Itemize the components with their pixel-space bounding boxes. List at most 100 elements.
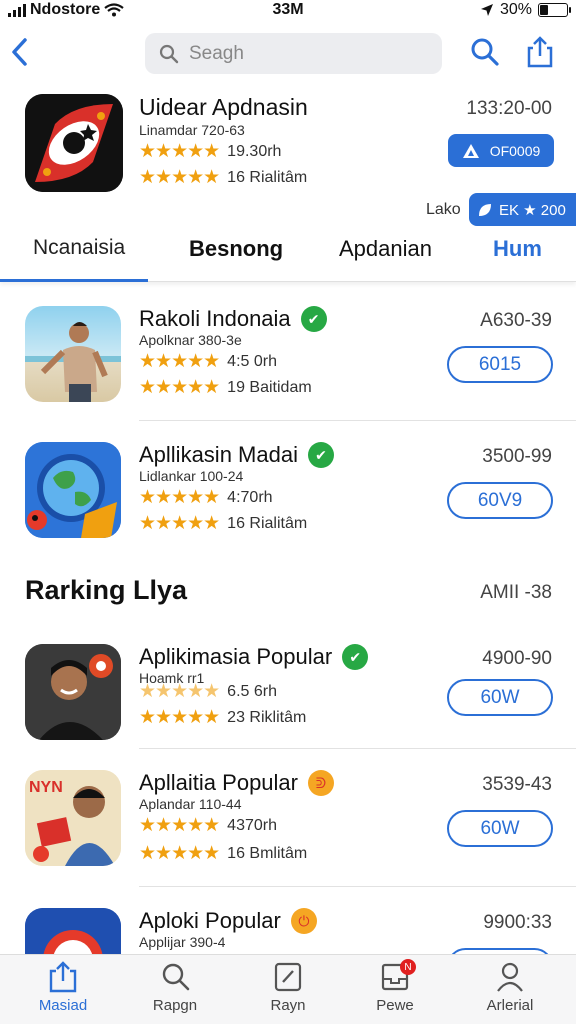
get-button[interactable]: 6015 <box>447 346 553 383</box>
star-rating-icon: ★★★★★ <box>139 167 220 188</box>
app-rating: ★★★★★ 4:70rh <box>139 486 273 509</box>
tab-hum[interactable]: Hum <box>493 236 542 262</box>
app-icon-person-collage: NYN <box>25 770 121 866</box>
back-chevron-icon[interactable] <box>6 34 34 70</box>
app-rating: ★★★★★ 4:5 0rh <box>139 350 277 373</box>
app-subtitle: Aplandar 110-44 <box>139 796 242 812</box>
featured-app[interactable]: Uidear Apdnasin Linamdar 720-63 ★★★★★ 19… <box>0 90 576 230</box>
get-button[interactable]: 60W <box>447 810 553 847</box>
category-tabs: Ncanaisia Besnong Apdanian Hum <box>0 230 576 282</box>
featured-rating: ★★★★★ 19.30rh <box>139 140 281 163</box>
star-rating-icon: ★★★★★ <box>139 351 220 372</box>
divider <box>139 886 576 887</box>
tabbar-label: Rayn <box>270 997 306 1014</box>
app-rating-text: 4:70rh <box>227 488 273 506</box>
tabbar-item-masiad[interactable]: Masiad <box>18 961 108 1014</box>
verified-badge-icon: ✔ <box>300 306 327 332</box>
search-field[interactable]: Seagh <box>145 33 442 74</box>
battery-icon <box>538 3 571 17</box>
tabbar-label: Rapgn <box>152 997 198 1014</box>
app-rating-text: 4370rh <box>227 816 277 834</box>
app-subtitle: Applijar 390-4 <box>139 934 226 950</box>
notification-badge: N <box>400 959 416 975</box>
featured-badge[interactable]: EK ★ 200 <box>469 193 576 226</box>
person-icon <box>497 962 523 992</box>
get-button[interactable]: 60W <box>447 679 553 716</box>
list-item[interactable]: NYN Apllaitia Popular ᕲ Aplandar 110-44 … <box>0 764 576 892</box>
search-icon[interactable] <box>469 36 501 68</box>
featured-lako-label: Lako <box>426 201 461 218</box>
featured-date: 133:20-00 <box>466 98 552 119</box>
compass-icon <box>25 908 121 954</box>
app-rating: ★★★★★ 6.5 6rh <box>139 680 277 703</box>
award-badge-icon: ᕲ <box>307 770 334 796</box>
app-title-text: Rakoli Indonaia <box>139 306 291 331</box>
tab-ncanaisia[interactable]: Ncanaisia <box>33 236 125 260</box>
svg-text:NYN: NYN <box>29 779 63 796</box>
app-date: 4900-90 <box>482 648 552 669</box>
tabbar-item-arlerial[interactable]: Arlerial <box>465 961 555 1014</box>
tab-apdanian[interactable]: Apdanian <box>339 236 432 262</box>
app-title-text: Aplikimasia Popular <box>139 644 333 669</box>
app-rating-text: 4:5 0rh <box>227 352 277 370</box>
get-button[interactable]: 60V9 <box>447 482 553 519</box>
app-title: Apllaitia Popular ᕲ <box>139 770 334 796</box>
edit-icon <box>274 962 302 992</box>
bottom-tab-bar: Masiad Rapgn Rayn N Pewe Arlerial <box>0 954 576 1024</box>
tabbar-item-pewe[interactable]: N Pewe <box>350 959 440 1014</box>
app-title-text: Aploki Popular <box>139 908 281 933</box>
person-photo-icon <box>25 644 121 740</box>
star-rating-icon: ★★★★★ <box>139 513 220 534</box>
list-item[interactable]: Aploki Popular ⏻ Applijar 390-4 9900:33 <box>0 902 576 954</box>
app-reviews: ★★★★★ 16 Rialitâm <box>139 512 307 535</box>
search-placeholder: Seagh <box>189 42 244 64</box>
list-item[interactable]: Aplikimasia Popular ✔ Hoamk rr1 ★★★★★ 6.… <box>0 638 576 766</box>
app-reviews: ★★★★★ 16 Bmlitâm <box>139 842 307 865</box>
tabbar-item-rayn[interactable]: Rayn <box>243 961 333 1014</box>
tab-besnong[interactable]: Besnong <box>189 236 283 262</box>
tab-indicator <box>0 279 148 282</box>
app-rating: ★★★★★ 4370rh <box>139 814 277 837</box>
leaf-icon <box>479 203 491 216</box>
app-title: Rakoli Indonaia ✔ <box>139 306 327 332</box>
divider <box>139 748 576 749</box>
app-reviews-text: 16 Rialitâm <box>227 514 308 532</box>
app-reviews-text: 19 Baitidam <box>227 378 312 396</box>
status-right: 30% <box>480 1 571 19</box>
nav-bar: Seagh <box>0 28 576 78</box>
app-subtitle: Lidlankar 100-24 <box>139 468 244 484</box>
app-title: Apllikasin Madai ✔ <box>139 442 334 468</box>
app-reviews-text: 23 Riklitâm <box>227 708 307 726</box>
star-rating-icon: ★★★★★ <box>139 681 220 702</box>
tabbar-item-rapgn[interactable]: Rapgn <box>130 961 220 1014</box>
list-item[interactable]: Rakoli Indonaia ✔ Apolknar 380-3e ★★★★★ … <box>0 300 576 428</box>
battery-percent: 30% <box>499 1 532 18</box>
tabbar-label: Pewe <box>376 997 414 1014</box>
app-subtitle: Apolknar 380-3e <box>139 332 242 348</box>
app-reviews: ★★★★★ 23 Riklitâm <box>139 706 306 729</box>
featured-get-label: OF0009 <box>489 142 541 159</box>
app-rating-text: 6.5 6rh <box>227 682 277 700</box>
featured-get-button[interactable]: OF0009 <box>448 134 554 167</box>
section-meta[interactable]: AMII -38 <box>480 582 552 604</box>
featured-badge-label: EK ★ 200 <box>499 201 566 219</box>
tabbar-label: Masiad <box>38 997 88 1014</box>
verified-badge-icon: ✔ <box>307 442 334 468</box>
share-icon[interactable] <box>524 36 556 68</box>
section-title: Rarking Llya <box>25 575 188 605</box>
featured-subtitle: Linamdar 720-63 <box>139 122 245 138</box>
person-photo-icon <box>25 322 121 402</box>
battery-fill <box>540 5 548 15</box>
app-reviews: ★★★★★ 19 Baitidam <box>139 376 312 399</box>
list-item[interactable]: Apllikasin Madai ✔ Lidlankar 100-24 ★★★★… <box>0 436 576 564</box>
featured-reviews-text: 16 Rialitâm <box>227 168 308 186</box>
app-title-text: Apllaitia Popular <box>139 770 298 795</box>
app-date: 3539-43 <box>482 774 552 795</box>
app-date: 3500-99 <box>482 446 552 467</box>
star-rating-icon: ★★★★★ <box>139 707 220 728</box>
featured-rating-text: 19.30rh <box>227 142 282 160</box>
search-icon <box>162 963 190 991</box>
featured-reviews: ★★★★★ 16 Rialitâm <box>139 166 307 189</box>
location-arrow-icon <box>480 4 493 16</box>
featured-title: Uidear Apdnasin <box>139 94 308 120</box>
